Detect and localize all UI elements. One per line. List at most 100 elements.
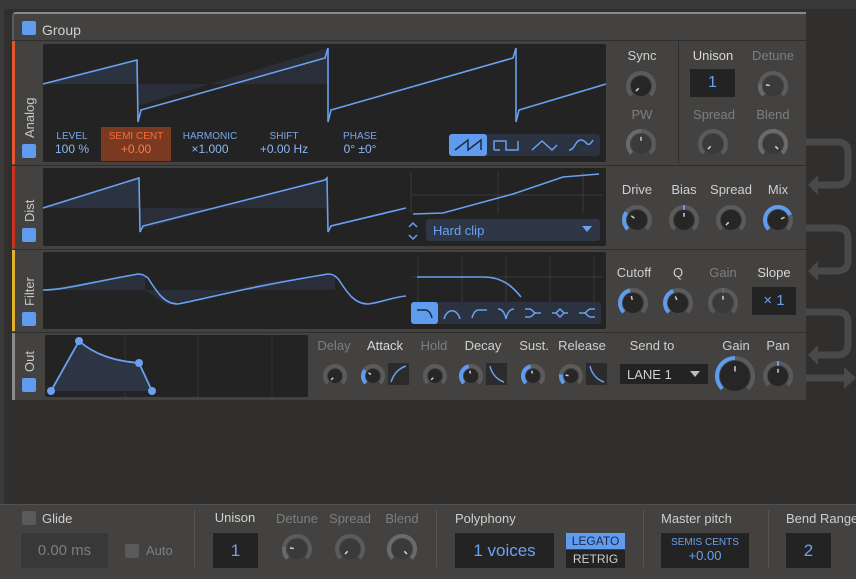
gain-filter-knob[interactable] bbox=[707, 287, 739, 319]
detune-knob[interactable] bbox=[757, 70, 789, 102]
release-knob[interactable] bbox=[558, 363, 584, 389]
param-shift[interactable]: SHIFT +0.00 Hz bbox=[252, 131, 316, 156]
filter-lowpass-button[interactable] bbox=[411, 302, 438, 324]
waveform-saw-button[interactable] bbox=[449, 134, 487, 156]
decay-curve-button[interactable] bbox=[486, 363, 507, 385]
sustain-knob[interactable] bbox=[520, 363, 546, 389]
filter-highpass-button[interactable] bbox=[465, 302, 492, 324]
blend-knob[interactable] bbox=[757, 128, 789, 160]
legato-button[interactable]: LEGATO bbox=[566, 533, 625, 549]
cutoff-knob[interactable] bbox=[617, 287, 649, 319]
release-curve-button[interactable] bbox=[586, 363, 607, 385]
global-detune-knob[interactable] bbox=[281, 533, 313, 565]
param-semi-cent-value: +0.00 bbox=[120, 142, 152, 156]
lane-label-filter: Filter bbox=[22, 277, 37, 306]
bend-range-value[interactable]: 2 bbox=[786, 533, 831, 568]
drive-label: Drive bbox=[621, 182, 653, 197]
waveform-square-button[interactable] bbox=[487, 134, 525, 156]
q-knob[interactable] bbox=[662, 287, 694, 319]
spread-label: Spread bbox=[693, 107, 735, 122]
release-label: Release bbox=[558, 338, 606, 353]
param-harmonic[interactable]: HARMONIC ×1.000 bbox=[178, 131, 242, 156]
spread-dist-knob[interactable] bbox=[715, 204, 747, 236]
pan-label: Pan bbox=[766, 338, 790, 353]
pan-knob[interactable] bbox=[762, 360, 794, 392]
knob-graphic bbox=[618, 288, 648, 314]
global-spread-knob[interactable] bbox=[334, 533, 366, 565]
lane-label-analog: Analog bbox=[22, 97, 37, 138]
waveform-sine-button[interactable] bbox=[562, 134, 600, 156]
sync-knob[interactable] bbox=[625, 70, 657, 102]
detune-label: Detune bbox=[752, 48, 794, 63]
hold-knob[interactable] bbox=[422, 363, 448, 389]
dist-enable-checkbox[interactable] bbox=[22, 228, 36, 242]
decay-label: Decay bbox=[464, 338, 502, 353]
env-point-sustain[interactable] bbox=[135, 359, 143, 367]
spread-dist-label: Spread bbox=[710, 182, 752, 197]
cutoff-label: Cutoff bbox=[616, 265, 652, 280]
analog-enable-checkbox[interactable] bbox=[22, 144, 36, 158]
master-pitch-input[interactable]: SEMIS CENTS +0.00 bbox=[661, 533, 749, 568]
delay-knob[interactable] bbox=[322, 363, 348, 389]
param-shift-value: +0.00 Hz bbox=[259, 142, 309, 156]
knob-graphic bbox=[763, 361, 793, 387]
dist-mode-dropdown[interactable]: Hard clip bbox=[426, 219, 600, 241]
attack-curve-button[interactable] bbox=[388, 363, 409, 385]
filter-highshelf-button[interactable] bbox=[573, 302, 601, 324]
env-point-start[interactable] bbox=[47, 387, 55, 395]
dist-mode-stepper[interactable] bbox=[406, 220, 420, 242]
knob-graphic bbox=[423, 364, 447, 385]
unison-label: Unison bbox=[692, 48, 734, 63]
decay-knob[interactable] bbox=[458, 363, 484, 389]
filter-lowshelf-button[interactable] bbox=[519, 302, 546, 324]
bias-knob[interactable] bbox=[668, 204, 700, 236]
env-point-peak[interactable] bbox=[75, 337, 83, 345]
param-semi-cent[interactable]: SEMI CENT +0.00 bbox=[101, 127, 171, 161]
param-level[interactable]: LEVEL 100 % bbox=[48, 131, 96, 156]
filter-enable-checkbox[interactable] bbox=[22, 312, 36, 326]
send-to-dropdown[interactable]: LANE 1 bbox=[620, 364, 708, 384]
global-blend-knob[interactable] bbox=[386, 533, 418, 565]
filter-bandpass-button[interactable] bbox=[438, 302, 465, 324]
global-unison-label: Unison bbox=[214, 510, 256, 525]
auto-checkbox[interactable] bbox=[125, 544, 139, 558]
divider bbox=[194, 510, 195, 567]
curve-concave-icon bbox=[390, 365, 407, 383]
gain-out-knob[interactable] bbox=[714, 355, 756, 397]
attack-knob[interactable] bbox=[360, 363, 386, 389]
gain-filter-label: Gain bbox=[709, 265, 737, 280]
drive-knob[interactable] bbox=[621, 204, 653, 236]
lowpass-icon bbox=[416, 309, 433, 319]
retrig-button[interactable]: RETRIG bbox=[566, 550, 625, 568]
glide-checkbox[interactable] bbox=[22, 511, 36, 525]
knob-graphic bbox=[387, 534, 417, 560]
filter-notch-button[interactable] bbox=[492, 302, 519, 324]
gain-out-label: Gain bbox=[722, 338, 750, 353]
mix-knob[interactable] bbox=[762, 204, 794, 236]
group-enable-checkbox[interactable] bbox=[22, 21, 36, 35]
spread-knob[interactable] bbox=[697, 128, 729, 160]
filter-peak-button[interactable] bbox=[546, 302, 573, 324]
dist-mode-value: Hard clip bbox=[433, 223, 485, 238]
attack-label: Attack bbox=[366, 338, 404, 353]
slope-value[interactable]: × 1 bbox=[752, 287, 796, 315]
slope-label: Slope bbox=[757, 265, 791, 280]
lowshelf-icon bbox=[524, 308, 541, 318]
param-phase[interactable]: PHASE 0° ±0° bbox=[330, 131, 390, 156]
arrow-left-icon bbox=[808, 345, 818, 365]
routing-arrows bbox=[806, 138, 856, 389]
polyphony-value[interactable]: 1 voices bbox=[455, 533, 554, 568]
knob-graphic bbox=[669, 205, 699, 231]
unison-value[interactable]: 1 bbox=[690, 69, 735, 97]
env-point-end[interactable] bbox=[148, 387, 156, 395]
global-blend-label: Blend bbox=[385, 511, 419, 526]
glide-time-input[interactable]: 0.00 ms bbox=[21, 533, 108, 568]
peak-icon bbox=[551, 307, 568, 319]
param-shift-label: SHIFT bbox=[269, 131, 299, 142]
delay-label: Delay bbox=[317, 338, 351, 353]
pw-knob[interactable] bbox=[625, 128, 657, 160]
waveform-triangle-button[interactable] bbox=[525, 134, 562, 156]
global-unison-value[interactable]: 1 bbox=[213, 533, 258, 568]
dropdown-arrow-icon bbox=[690, 371, 700, 377]
out-enable-checkbox[interactable] bbox=[22, 378, 36, 392]
